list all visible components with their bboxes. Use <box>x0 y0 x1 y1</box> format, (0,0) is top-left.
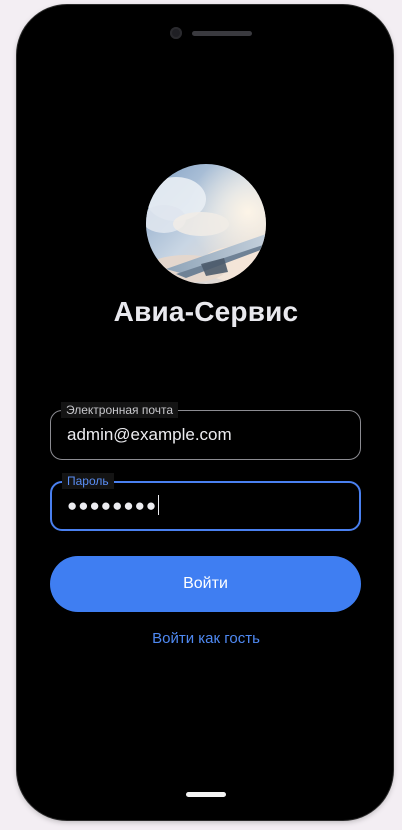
email-field-value[interactable]: admin@example.com <box>67 424 232 446</box>
guest-login-link[interactable]: Войти как гость <box>0 630 402 647</box>
email-field[interactable]: Электронная почта admin@example.com <box>50 402 361 460</box>
phone-notch <box>116 5 296 48</box>
app-logo-image <box>146 164 266 284</box>
speaker-grille <box>192 31 252 36</box>
app-title: Авиа-Сервис <box>113 296 299 327</box>
password-dots: ●●●●●●●● <box>67 496 158 515</box>
password-field[interactable]: Пароль ●●●●●●●● <box>50 473 361 531</box>
password-field-value[interactable]: ●●●●●●●● <box>67 495 160 517</box>
text-caret <box>158 495 160 515</box>
password-field-label: Пароль <box>62 473 114 489</box>
page: Авиа-Сервис Электронная почта admin@exam… <box>0 0 402 830</box>
airplane-wing-clouds-image <box>146 164 266 284</box>
home-indicator[interactable] <box>186 792 226 797</box>
login-button[interactable]: Войти <box>50 556 361 612</box>
camera-icon <box>170 27 182 39</box>
email-field-label: Электронная почта <box>61 402 179 418</box>
